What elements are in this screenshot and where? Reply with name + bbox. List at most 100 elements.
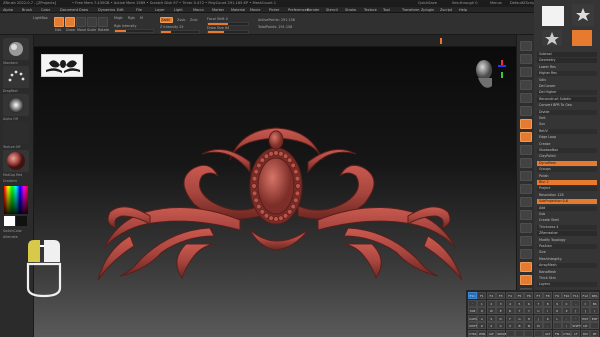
menu-layer[interactable]: Layer	[155, 8, 165, 12]
panel-row-claypolish[interactable]: ClayPolish	[537, 154, 597, 159]
key-f9[interactable]: F9	[552, 292, 562, 299]
navigation-gizmo[interactable]	[462, 52, 510, 100]
tray-button-17[interactable]	[520, 262, 532, 272]
orange-tool-button[interactable]	[572, 30, 592, 46]
key-tab[interactable]: TAB	[468, 307, 477, 315]
panel-row-smt[interactable]: Smt	[537, 116, 597, 121]
key-s[interactable]: S	[486, 314, 496, 322]
tray-button-0[interactable]	[520, 41, 532, 51]
panel-row-edge-loop[interactable]: Edge Loop	[537, 135, 597, 140]
key-fn[interactable]: FN	[552, 330, 562, 337]
key-q[interactable]: Q	[477, 307, 487, 315]
key-i[interactable]: I	[543, 307, 553, 315]
key-f7[interactable]: F7	[533, 292, 543, 299]
menu-zscript[interactable]: Zscript	[440, 8, 452, 12]
key-6[interactable]: 6	[524, 299, 534, 307]
tray-button-3[interactable]	[520, 80, 532, 90]
menu-brush[interactable]: Brush	[22, 8, 32, 12]
tray-button-15[interactable]	[520, 236, 532, 246]
panel-row-suv[interactable]: Suv	[537, 122, 597, 127]
key-f2[interactable]: F2	[486, 292, 496, 299]
key--[interactable]: '	[571, 314, 581, 322]
menu-alpha[interactable]: Alpha	[3, 8, 13, 12]
key-rt[interactable]: RT	[590, 330, 600, 337]
key-n[interactable]: N	[524, 322, 534, 330]
key-l[interactable]: L	[552, 314, 562, 322]
key-h[interactable]: H	[524, 314, 534, 322]
panel-row-geometry[interactable]: Geometry	[537, 58, 597, 64]
tray-button-10[interactable]	[520, 171, 532, 181]
rgb-button[interactable]: Rgb	[128, 16, 135, 20]
key-del[interactable]: DEL	[590, 292, 600, 299]
panel-row-lower-res[interactable]: Lower Res	[537, 65, 597, 70]
key-o[interactable]: O	[552, 307, 562, 315]
key-g[interactable]: G	[515, 314, 524, 322]
key-lt[interactable]: LT	[571, 330, 581, 337]
tray-button-4[interactable]	[520, 93, 532, 103]
key-f1[interactable]: F1	[477, 292, 487, 299]
tray-button-7[interactable]	[520, 132, 532, 142]
key-f4[interactable]: F4	[505, 292, 515, 299]
key-f3[interactable]: F3	[496, 292, 506, 299]
panel-row-add[interactable]: Add	[537, 205, 597, 211]
polymesh-icon-button[interactable]	[542, 30, 562, 46]
menu-render[interactable]: Render	[307, 8, 319, 12]
material-selector[interactable]	[3, 150, 29, 172]
key-k[interactable]: K	[543, 314, 553, 322]
key--[interactable]: .	[552, 322, 562, 330]
menu-stencil[interactable]: Stencil	[326, 8, 338, 12]
menu-dynamics[interactable]: Dynamics	[98, 8, 115, 12]
key-7[interactable]: 7	[533, 299, 543, 307]
panel-row-crease[interactable]: Crease	[537, 142, 597, 147]
panel-row-project[interactable]: Project	[537, 186, 597, 192]
panel-row-resolution-128[interactable]: Resolution 128	[537, 193, 597, 198]
z-intensity-slider[interactable]	[160, 30, 200, 34]
key-x[interactable]: X	[486, 322, 496, 330]
key-c[interactable]: C	[496, 322, 506, 330]
menus-button[interactable]: Menus	[490, 1, 502, 5]
panel-row-thick-skin[interactable]: Thick Skin	[537, 276, 597, 281]
panel-row-del-lower[interactable]: Del Lower	[537, 84, 597, 89]
key-b[interactable]: B	[515, 322, 524, 330]
key-blank[interactable]	[590, 322, 600, 330]
m-button[interactable]: M	[140, 16, 143, 20]
default-zscript-button[interactable]: DefaultZScript	[510, 1, 536, 5]
key-y[interactable]: Y	[524, 307, 534, 315]
tool-preview-small[interactable]	[572, 4, 594, 26]
menu-movie[interactable]: Movie	[250, 8, 260, 12]
tray-button-1[interactable]	[520, 54, 532, 64]
key--[interactable]: `	[468, 299, 477, 307]
menu-stroke[interactable]: Stroke	[345, 8, 356, 12]
key--[interactable]: ]	[580, 307, 590, 315]
menu-light[interactable]: Light	[174, 8, 183, 12]
panel-row-divide[interactable]: Divide	[537, 109, 597, 115]
key-r[interactable]: R	[505, 307, 515, 315]
panel-row-blur-2[interactable]: Blur 2	[537, 180, 597, 185]
key-blank[interactable]	[505, 330, 515, 337]
key-j[interactable]: J	[533, 314, 543, 322]
alternate-button[interactable]: Alternate	[3, 235, 18, 239]
stroke-selector[interactable]	[3, 66, 29, 88]
ornament-model[interactable]	[90, 120, 470, 290]
key-blank[interactable]	[524, 330, 534, 337]
key--[interactable]: ,	[543, 322, 553, 330]
zcut-button[interactable]: Zcut	[190, 18, 198, 22]
tray-button-13[interactable]	[520, 210, 532, 220]
key--[interactable]: [	[571, 307, 581, 315]
key-caps[interactable]: CAPS	[468, 314, 477, 322]
key-win[interactable]: WIN	[477, 330, 487, 337]
see-through-slider[interactable]: See-through 0	[452, 1, 478, 5]
key-esc[interactable]: ESC	[468, 292, 477, 299]
key-ctrl[interactable]: CTRL	[562, 330, 571, 337]
main-color-swatch[interactable]	[4, 216, 15, 226]
move-button[interactable]	[76, 17, 86, 27]
key-shift[interactable]: SHIFT	[571, 322, 581, 330]
key--[interactable]: =	[580, 299, 590, 307]
key-f[interactable]: F	[505, 314, 515, 322]
key-ent[interactable]: ENT	[580, 314, 590, 322]
panel-row-layers[interactable]: Layers	[537, 282, 597, 288]
key-f12[interactable]: F12	[580, 292, 590, 299]
key-8[interactable]: 8	[543, 299, 553, 307]
key--[interactable]: -	[571, 299, 581, 307]
key--[interactable]: \	[590, 307, 600, 315]
